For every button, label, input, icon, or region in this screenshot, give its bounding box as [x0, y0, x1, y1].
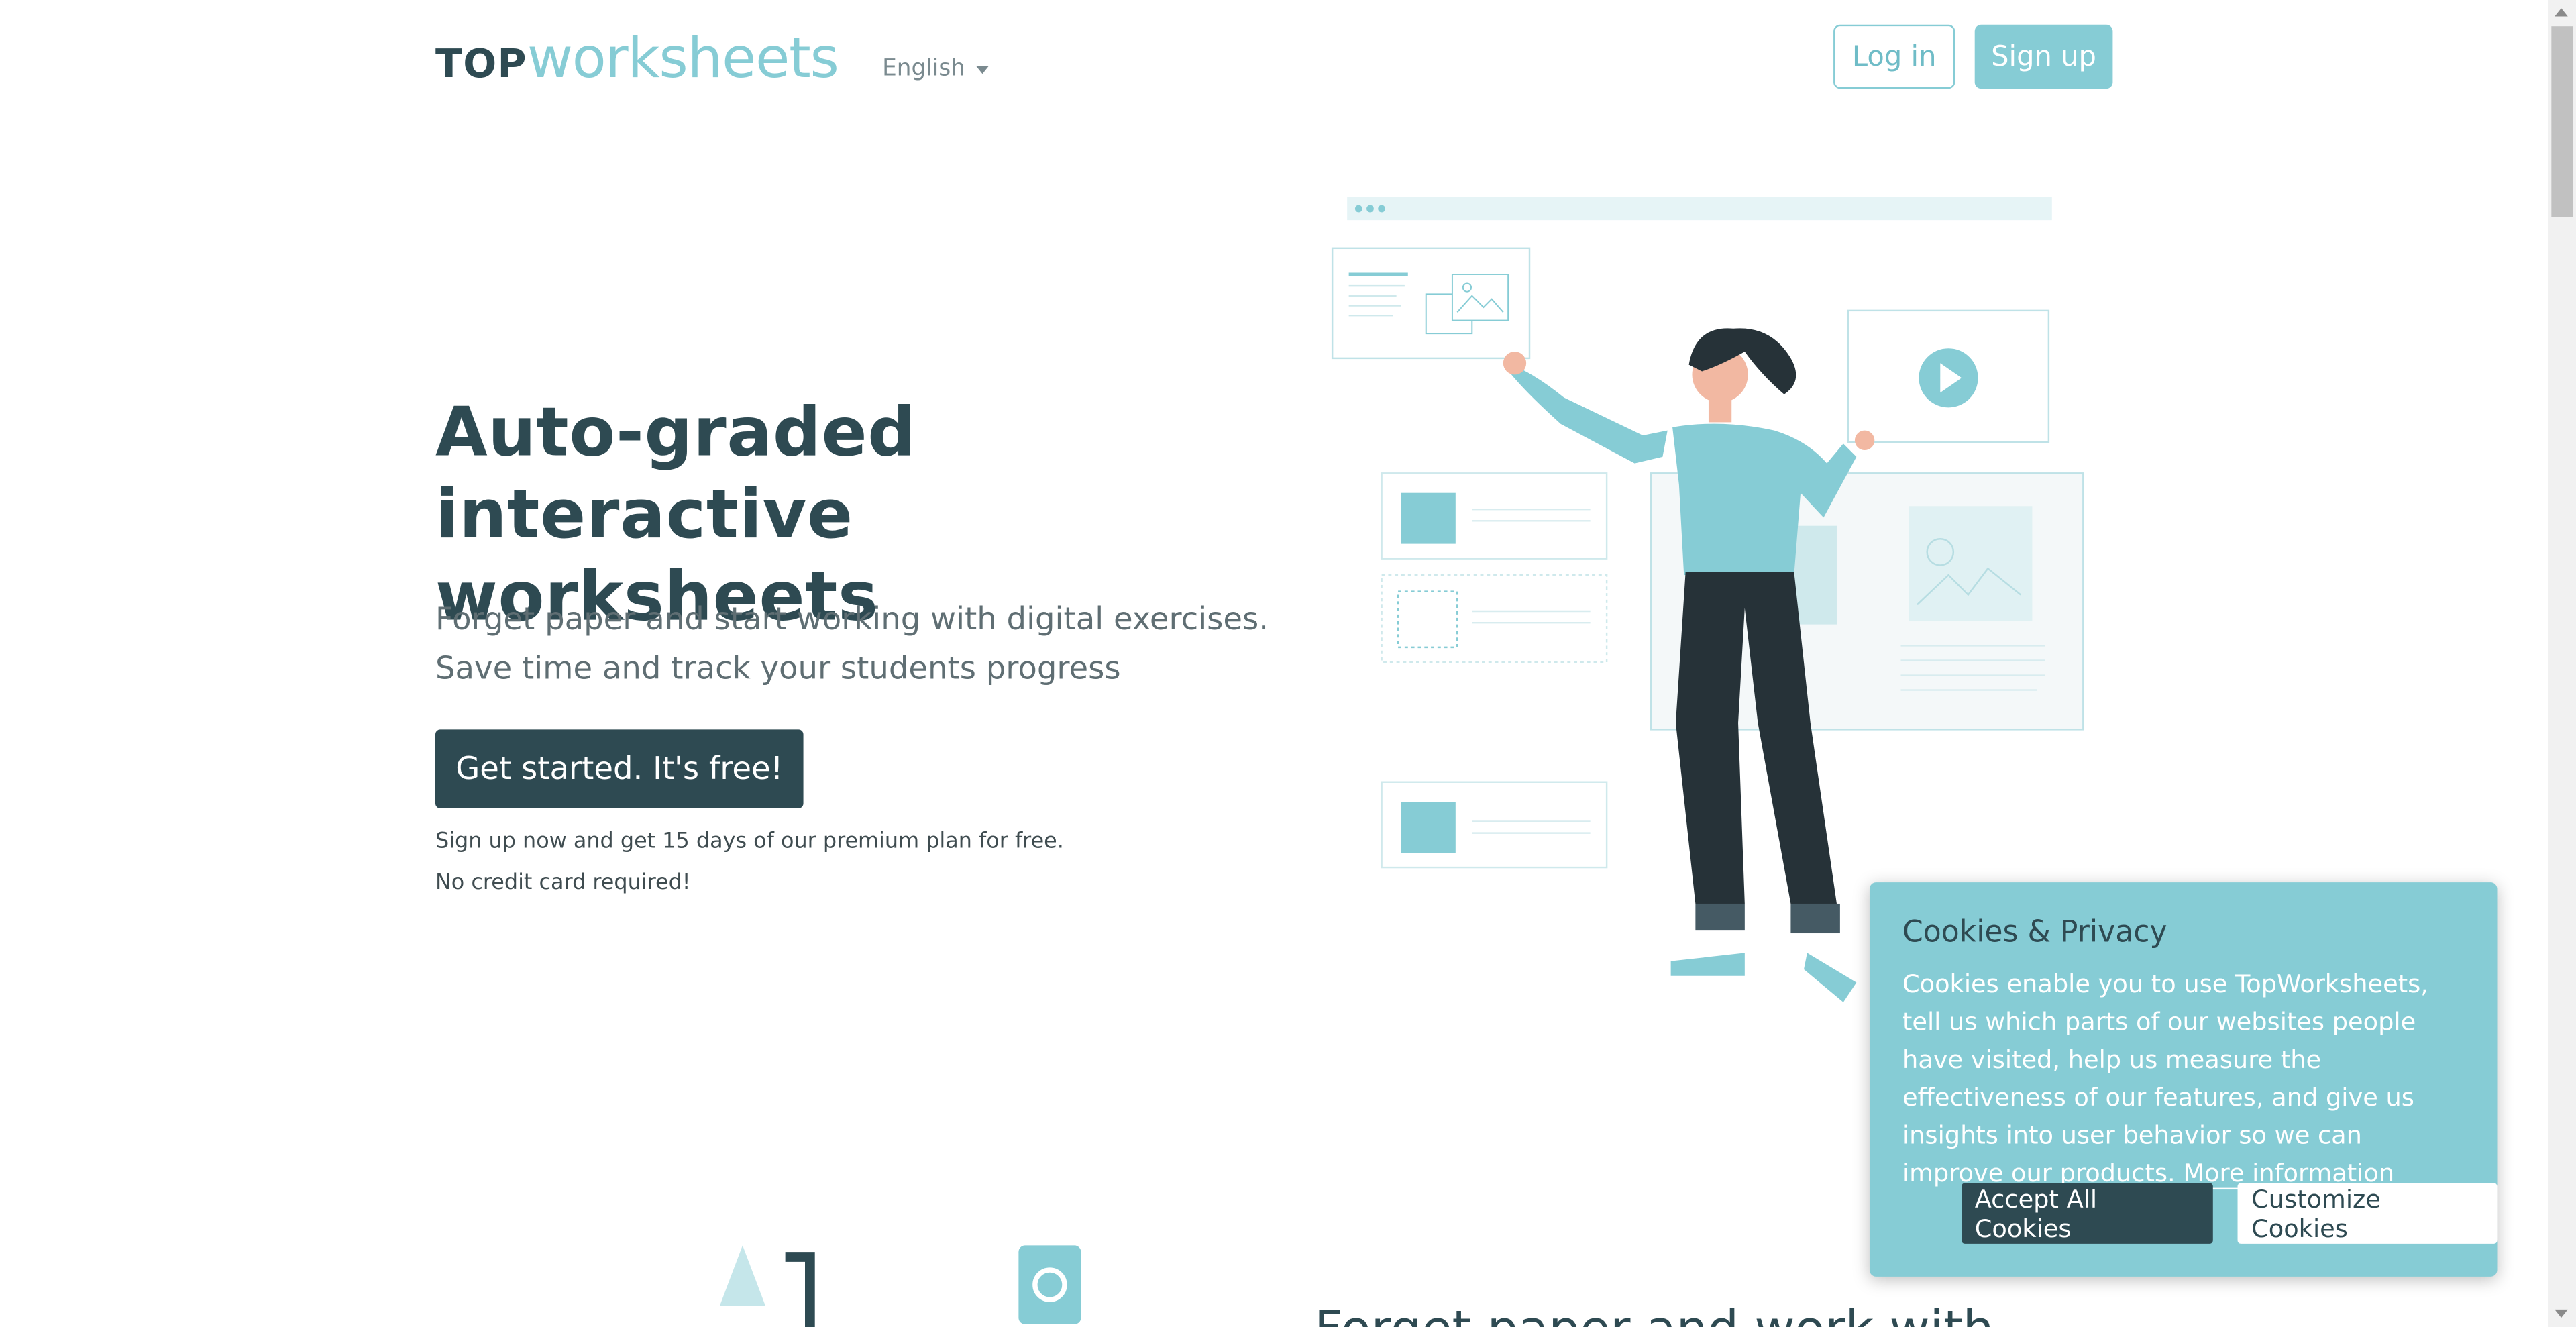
accept-all-cookies-button[interactable]: Accept All Cookies	[1962, 1183, 2214, 1244]
gear-icon	[1018, 1245, 1081, 1324]
hero-subtitle-line1: Forget paper and start working with digi…	[435, 601, 1269, 638]
login-button[interactable]: Log in	[1833, 24, 1955, 89]
hero-subtitle-line2: Save time and track your students progre…	[435, 650, 1121, 687]
logo-worksheets-text: worksheets	[527, 26, 839, 93]
language-label: English	[882, 56, 965, 83]
trial-note: Sign up now and get 15 days of our premi…	[435, 829, 1064, 855]
cookie-actions: Accept All Cookies Customize Cookies	[1962, 1183, 2498, 1244]
cookie-banner: Cookies & Privacy Cookies enable you to …	[1869, 882, 2498, 1277]
features-illustration	[719, 1245, 1081, 1327]
customize-cookies-button[interactable]: Customize Cookies	[2238, 1183, 2498, 1244]
scroll-up-icon[interactable]	[2555, 8, 2568, 17]
cookie-body: Cookies enable you to use TopWorksheets,…	[1902, 969, 2428, 1188]
scroll-down-icon[interactable]	[2555, 1309, 2568, 1318]
caret-down-icon	[975, 64, 989, 73]
section-teaser: Forget paper and work with	[1314, 1302, 1994, 1327]
logo-top-text: TOP	[435, 41, 527, 87]
scrollbar-thumb[interactable]	[2551, 26, 2573, 217]
hero-subtitle: Forget paper and start working with digi…	[435, 595, 1289, 694]
no-credit-card-note: No credit card required!	[435, 870, 691, 896]
page: TOP worksheets English Log in Sign up Au…	[0, 0, 2576, 1327]
language-selector[interactable]: English	[882, 56, 989, 83]
rocket-icon	[719, 1245, 766, 1306]
logo[interactable]: TOP worksheets	[435, 26, 839, 92]
cookie-title: Cookies & Privacy	[1902, 915, 2167, 950]
signup-button[interactable]: Sign up	[1974, 24, 2113, 89]
get-started-button[interactable]: Get started. It's free!	[435, 729, 804, 808]
cookie-text: Cookies enable you to use TopWorksheets,…	[1902, 966, 2465, 1193]
